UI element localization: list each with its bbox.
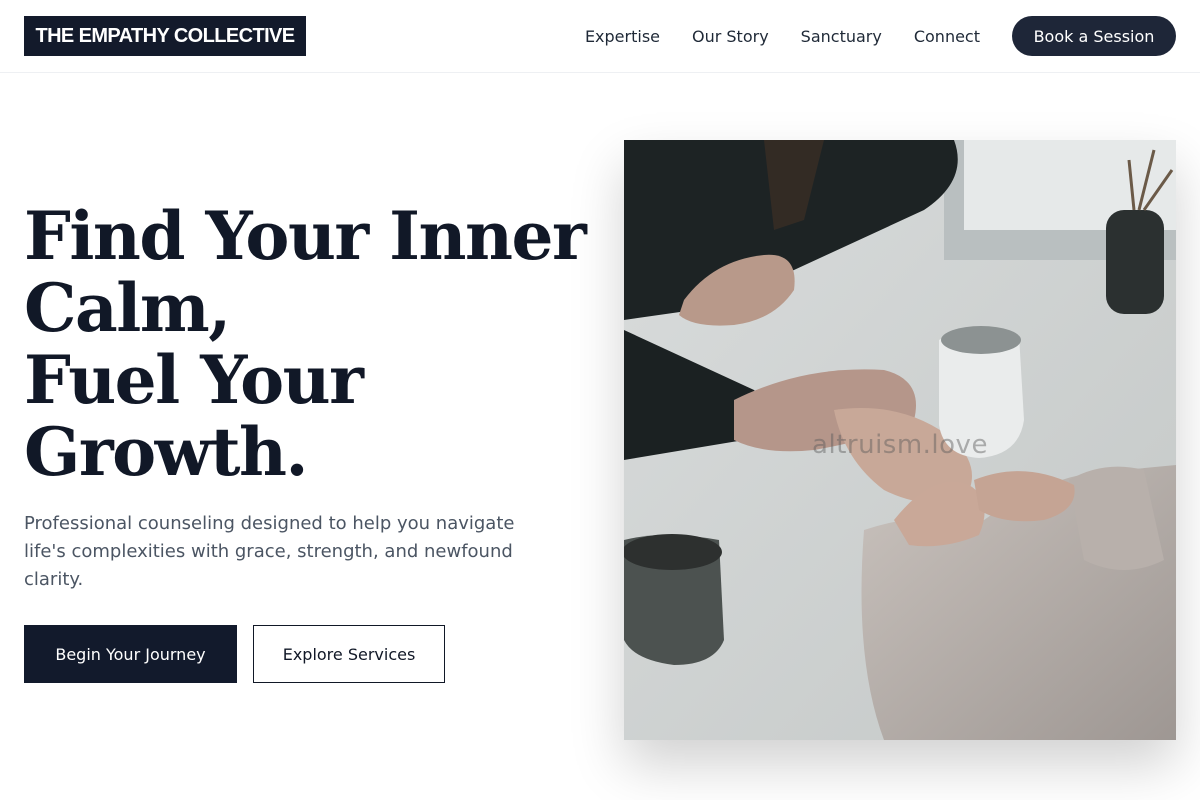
site-header: THE EMPATHY COLLECTIVE Expertise Our Sto… [0, 0, 1200, 73]
brand-logo[interactable]: THE EMPATHY COLLECTIVE [24, 16, 306, 56]
hero-headline: Find Your Inner Calm, Fuel Your Growth. [24, 197, 587, 491]
hero-subtext: Professional counseling designed to help… [24, 513, 515, 590]
nav-link-expertise[interactable]: Expertise [585, 27, 660, 46]
image-watermark: altruism.love [812, 430, 988, 460]
nav-link-our-story[interactable]: Our Story [692, 27, 769, 46]
hero-photo: altruism.love [624, 140, 1176, 740]
nav-link-connect[interactable]: Connect [914, 27, 980, 46]
book-session-button[interactable]: Book a Session [1012, 16, 1176, 56]
explore-services-button[interactable]: Explore Services [253, 625, 445, 683]
hero-text: Find Your Inner Calm, Fuel Your Growth. [24, 197, 587, 491]
headline-line: Calm, [24, 269, 231, 347]
headline-line: Find Your Inner [24, 197, 587, 275]
headline-line: Fuel Your [24, 341, 364, 419]
headline-line: Growth. [24, 413, 308, 491]
begin-journey-button[interactable]: Begin Your Journey [24, 625, 237, 683]
nav-link-sanctuary[interactable]: Sanctuary [801, 27, 882, 46]
main-nav: Expertise Our Story Sanctuary Connect Bo… [585, 16, 1176, 56]
